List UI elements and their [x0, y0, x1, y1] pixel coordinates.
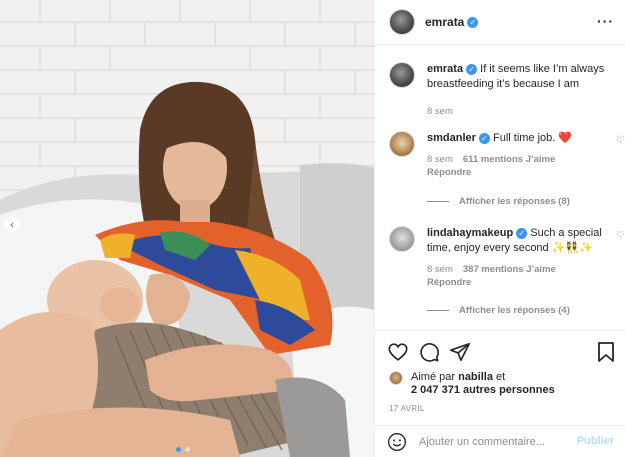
caption-username[interactable]: emrata — [427, 63, 463, 75]
breastfeeding-photo-illustration — [0, 0, 374, 457]
post-sidebar: emrata ✓ ··· emrata ✓ If it seems like I’… — [374, 0, 625, 457]
comments-list: emrata ✓ If it seems like I’m always brea… — [375, 45, 625, 330]
comment-like-count[interactable]: 387 mentions J’aime — [463, 264, 556, 275]
avatar[interactable] — [389, 9, 415, 35]
avatar[interactable] — [389, 131, 415, 157]
comment-time[interactable]: 8 sem — [427, 264, 453, 275]
show-replies-label: Afficher les réponses (4) — [459, 305, 570, 316]
avatar[interactable] — [389, 62, 415, 88]
post-author-username[interactable]: emrata — [425, 15, 464, 29]
verified-badge-icon: ✓ — [467, 16, 479, 28]
post-header: emrata ✓ ··· — [375, 0, 625, 45]
paper-plane-icon[interactable] — [449, 341, 471, 363]
likes-prefix: Aimé par — [411, 371, 456, 383]
comment-like-icon[interactable]: ♡ — [616, 135, 625, 146]
avatar[interactable] — [389, 371, 403, 385]
heart-outline-icon[interactable] — [387, 341, 409, 363]
divider — [427, 201, 449, 202]
smiley-icon[interactable] — [387, 432, 407, 452]
show-replies-button[interactable]: Afficher les réponses (4) — [427, 305, 570, 316]
post-actions: Aimé par nabilla et 2 047 371 autres per… — [375, 330, 625, 425]
chevron-left-icon: ‹ — [9, 217, 15, 231]
carousel-indicator — [176, 447, 190, 452]
reply-button[interactable]: Répondre — [427, 276, 622, 289]
show-replies-button[interactable]: Afficher les réponses (8) — [427, 196, 570, 207]
more-options-icon[interactable]: ··· — [597, 13, 614, 29]
comment-like-icon[interactable]: ♡ — [616, 230, 625, 241]
publish-button[interactable]: Publier — [577, 435, 614, 447]
likes-count-button[interactable]: 2 047 371 autres personnes — [411, 384, 555, 396]
comment-username[interactable]: smdanler — [427, 132, 476, 144]
verified-badge-icon: ✓ — [478, 133, 490, 144]
show-replies-label: Afficher les réponses (8) — [459, 196, 570, 207]
comment-time[interactable]: 8 sem — [427, 154, 453, 165]
likes-conj: et — [496, 371, 506, 383]
comment-input[interactable] — [419, 435, 579, 448]
reply-button[interactable]: Répondre — [427, 166, 622, 179]
carousel-dot-active — [176, 447, 181, 452]
carousel-prev-button[interactable]: ‹ — [4, 216, 20, 232]
avatar[interactable] — [389, 226, 415, 252]
comment-composer: Publier — [375, 425, 625, 457]
divider — [427, 310, 449, 311]
comment-bubble-icon[interactable] — [418, 341, 440, 363]
verified-badge-icon: ✓ — [466, 64, 478, 75]
comment-username[interactable]: lindahaymakeup — [427, 227, 513, 239]
post-photo[interactable]: ‹ — [0, 0, 374, 457]
carousel-dot — [185, 447, 190, 452]
comment-emoji: ❤️ — [558, 132, 573, 144]
caption-time[interactable]: 8 sem — [427, 105, 622, 118]
comment-meta: 8 sem 387 mentions J’aime Répondre — [427, 263, 622, 289]
comment-text: Full time job. — [492, 132, 556, 144]
comment-meta: 8 sem 611 mentions J’aime Répondre — [427, 153, 622, 179]
verified-badge-icon: ✓ — [516, 228, 528, 239]
comment-like-count[interactable]: 611 mentions J’aime — [463, 154, 555, 165]
likes-summary: Aimé par nabilla et 2 047 371 autres per… — [389, 371, 555, 397]
post-date[interactable]: 17 AVRIL — [389, 404, 425, 413]
bookmark-icon[interactable] — [596, 341, 616, 363]
liker-username[interactable]: nabilla — [458, 371, 493, 383]
